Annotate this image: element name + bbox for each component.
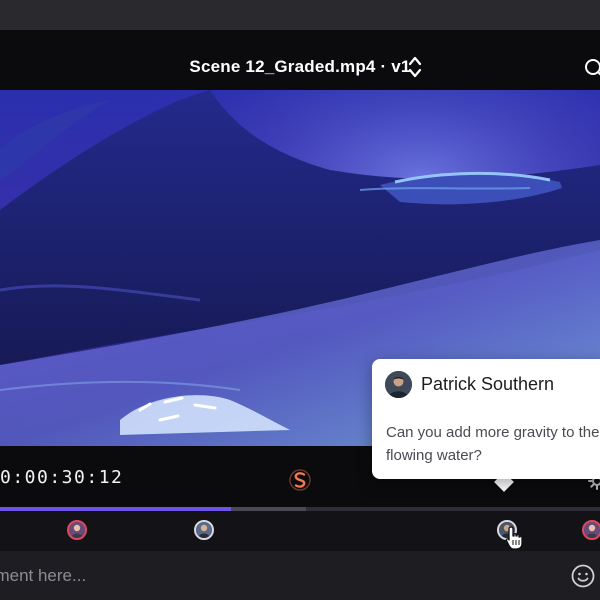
chevron-updown-icon[interactable] bbox=[408, 55, 422, 79]
timecode: 0:00:30:12 bbox=[0, 467, 124, 488]
comment-author: Patrick Southern bbox=[421, 374, 555, 394]
avatar bbox=[385, 371, 412, 398]
file-title[interactable]: Scene 12_Graded.mp4 · v1 bbox=[0, 57, 600, 77]
comment-text: Can you add more gravity to the flowing … bbox=[386, 424, 600, 464]
comment-input[interactable] bbox=[0, 562, 536, 590]
window-top-strip bbox=[0, 0, 600, 30]
comment-marker[interactable] bbox=[582, 520, 600, 540]
comment-marker[interactable] bbox=[67, 520, 87, 540]
emoji-icon[interactable] bbox=[571, 564, 595, 588]
search-icon[interactable] bbox=[584, 58, 600, 80]
app-logo-icon bbox=[289, 469, 311, 491]
pointer-hand-icon bbox=[505, 526, 523, 550]
comment-marker[interactable] bbox=[194, 520, 214, 540]
